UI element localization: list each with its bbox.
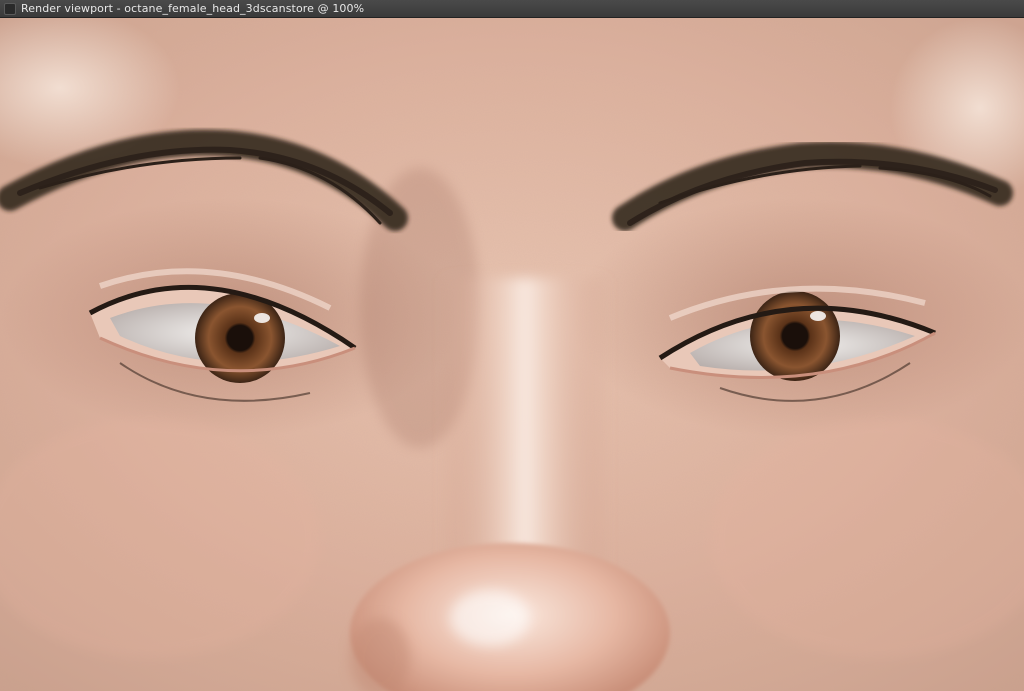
render-canvas[interactable] [0, 18, 1024, 691]
face-render-image [0, 18, 1024, 691]
window-icon [4, 2, 16, 15]
window-title: Render viewport - octane_female_head_3ds… [21, 2, 365, 15]
render-viewport-window: Render viewport - octane_female_head_3ds… [0, 0, 1024, 691]
title-bar[interactable]: Render viewport - octane_female_head_3ds… [0, 0, 1024, 18]
